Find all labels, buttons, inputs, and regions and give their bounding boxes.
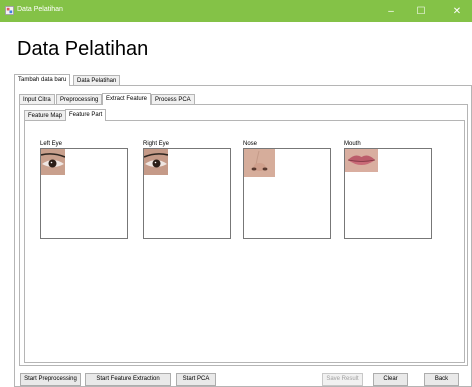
window-title: Data Pelatihan [17, 6, 63, 13]
mouth-picturebox [344, 148, 432, 239]
nose-picturebox [243, 148, 331, 239]
tab-input-citra[interactable]: Input Citra [19, 94, 55, 104]
mouth-icon [345, 149, 378, 172]
left-eye-label: Left Eye [40, 141, 63, 147]
page-title: Data Pelatihan [17, 38, 149, 60]
tab-extract-feature[interactable]: Extract Feature [102, 93, 152, 105]
tab-feature-map[interactable]: Feature Map [24, 110, 67, 120]
maximize-button[interactable]: ☐ [406, 0, 436, 22]
app-icon [5, 6, 14, 15]
tab-data-pelatihan[interactable]: Data Pelatihan [73, 75, 121, 85]
tab-feature-part[interactable]: Feature Part [65, 109, 107, 121]
save-result-button[interactable]: Save Result [322, 373, 363, 386]
start-preprocessing-button[interactable]: Start Preprocessing [20, 373, 81, 386]
start-pca-button[interactable]: Start PCA [176, 373, 216, 386]
eye-icon [41, 149, 65, 175]
nose-icon [244, 149, 275, 177]
start-feature-extraction-button[interactable]: Start Feature Extraction [85, 373, 171, 386]
tab-preprocessing[interactable]: Preprocessing [56, 94, 103, 104]
close-button[interactable]: ✕ [442, 0, 472, 22]
right-eye-picturebox [143, 148, 231, 239]
tab-process-pca[interactable]: Process PCA [151, 94, 195, 104]
tab-tambah-data-baru[interactable]: Tambah data baru [14, 74, 71, 86]
title-bar: Data Pelatihan – ☐ ✕ [0, 0, 472, 22]
nose-label: Nose [243, 141, 258, 147]
left-eye-picturebox [40, 148, 128, 239]
minimize-button[interactable]: – [376, 0, 406, 22]
right-eye-label: Right Eye [143, 141, 170, 147]
clear-button[interactable]: Clear [373, 373, 408, 386]
back-button[interactable]: Back [424, 373, 459, 386]
eye-icon [144, 149, 168, 175]
mouth-label: Mouth [344, 141, 361, 147]
